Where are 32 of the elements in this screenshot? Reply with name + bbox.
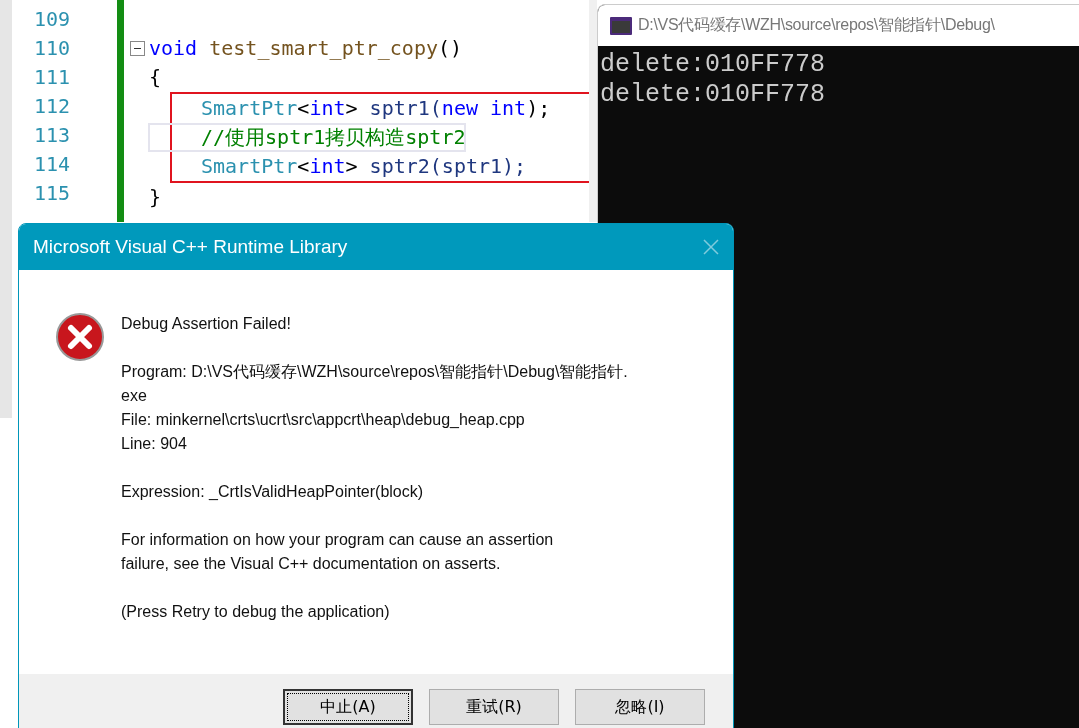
line-number: 114 xyxy=(32,151,71,178)
code-line: } xyxy=(149,184,162,211)
code-line: //使用sptr1拷贝构造sptr2 xyxy=(148,123,466,152)
code-line: { xyxy=(149,64,162,91)
detail-text: File: minkernel\crts\ucrt\src\appcrt\heap\debug_heap.cpp xyxy=(121,410,526,430)
line-number: 113 xyxy=(32,122,71,149)
code-line: void test_smart_ptr_copy() xyxy=(149,35,463,62)
window-title: D:\VS代码缓存\WZH\source\repos\智能指针\Debug\ xyxy=(638,15,995,35)
scroll-bar[interactable] xyxy=(589,0,597,222)
dialog-button[interactable]: 忽略(I) xyxy=(575,689,705,725)
dialog-title: Microsoft Visual C++ Runtime Library xyxy=(33,236,348,258)
console-icon xyxy=(610,16,632,35)
detail-text: Line: 904 xyxy=(121,434,188,454)
dialog-button[interactable]: 中止(A) xyxy=(283,689,413,725)
line-number: 109 xyxy=(32,6,71,33)
console-output-line: delete:010FF778 xyxy=(600,50,826,80)
line-number: 111 xyxy=(32,64,71,91)
expression-text: Expression: _CrtIsValidHeapPointer(block) xyxy=(121,482,425,502)
line-number: 110 xyxy=(32,35,71,62)
code-line: SmartPtr<int> sptr2(sptr1); xyxy=(201,153,527,180)
console-output-line: delete:010FF778 xyxy=(600,80,826,110)
line-number: 112 xyxy=(32,93,71,120)
hint-text: (Press Retry to debug the application) xyxy=(121,602,391,622)
collapse-icon[interactable] xyxy=(130,41,145,56)
error-heading: Debug Assertion Failed! xyxy=(121,314,292,334)
line-number: 115 xyxy=(32,180,71,207)
error-icon xyxy=(55,312,105,362)
close-icon[interactable] xyxy=(703,239,719,255)
detail-text: Program: D:\VS代码缓存\WZH\source\repos\智能指针\Debug\智能指针. exe xyxy=(121,362,629,406)
dialog-button[interactable]: 重试(R) xyxy=(429,689,559,725)
info-text: For information on how your program can cause an assertion failure, see the Visual C++ documentation on asserts. xyxy=(121,530,555,574)
code-line: SmartPtr<int> sptr1(new int); xyxy=(201,95,551,122)
